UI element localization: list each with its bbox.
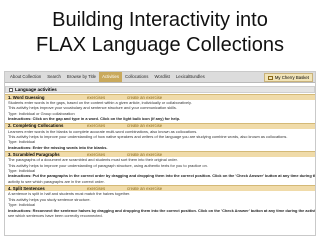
basket-icon xyxy=(267,75,273,80)
activity-instructions-cont: see which sentences have been correctly … xyxy=(8,212,103,218)
section-heading: Language activities xyxy=(5,86,315,93)
cherry-basket-button[interactable]: My Cherry Basket xyxy=(263,73,313,82)
create-exercise-link[interactable]: create an exercise xyxy=(127,186,162,192)
activity-description: This activity helps to improve your unde… xyxy=(8,134,288,140)
slide-title-line-2: FLAX Language Collections xyxy=(36,34,284,56)
tab-lexical-bundles[interactable]: LexicalBundles xyxy=(173,72,208,82)
section-heading-label: Language activities xyxy=(15,86,57,92)
activity-instructions: Instructions: Click on the gap and type … xyxy=(8,116,181,122)
slide-title-line-1: Building Interactivity into xyxy=(52,9,268,31)
basket-label: My Cherry Basket xyxy=(274,75,309,80)
activity-instructions: Instructions: Enter the missing words in… xyxy=(8,144,108,150)
activity-block: 4. Split Sentences exercises create an e… xyxy=(5,185,315,218)
flax-screenshot: About Collection Search Browse by Title … xyxy=(4,71,316,236)
tab-browse-by-title[interactable]: Browse by Title xyxy=(64,72,99,82)
activity-block: 3. Scrambled Paragraphs exercises create… xyxy=(5,151,315,184)
tab-collocations[interactable]: Collocations xyxy=(122,72,151,82)
slide-title: Building Interactivity into FLAX Languag… xyxy=(0,8,320,58)
tab-about-collection[interactable]: About Collection xyxy=(7,72,44,82)
activity-block: 2. Completing Collocations exercises cre… xyxy=(5,122,315,151)
activity-block: 1. Word Guessing exercises create an exe… xyxy=(5,94,315,122)
tab-search[interactable]: Search xyxy=(44,72,64,82)
tab-bar: About Collection Search Browse by Title … xyxy=(5,72,315,83)
activity-instructions-cont: activity to see which paragraphs are in … xyxy=(8,178,105,184)
tab-activities[interactable]: Activities xyxy=(99,72,123,82)
tab-wordlist[interactable]: Wordlist xyxy=(151,72,172,82)
collapse-icon[interactable] xyxy=(9,87,13,92)
